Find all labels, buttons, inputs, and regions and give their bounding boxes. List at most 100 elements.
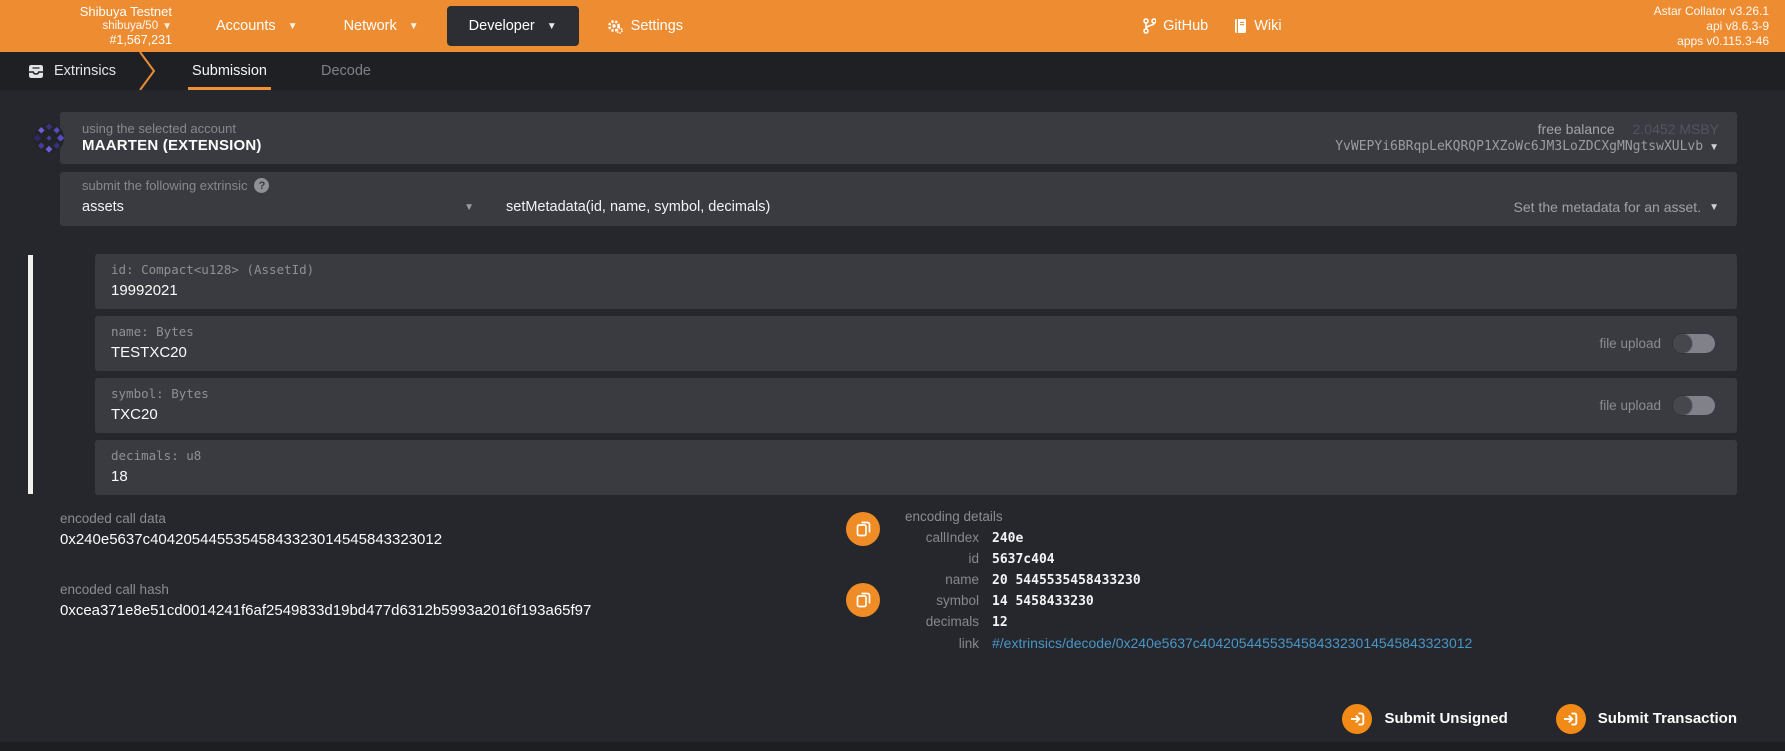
wiki-link[interactable]: Wiki — [1234, 18, 1281, 34]
network-block-number: #1,567,231 — [30, 33, 172, 48]
submit-unsigned-label: Submit Unsigned — [1384, 710, 1507, 727]
main-content: using the selected account MAARTEN (EXTE… — [0, 90, 1785, 742]
file-upload-toggle[interactable] — [1673, 396, 1715, 415]
gear-icon — [607, 18, 623, 34]
section-title: Extrinsics — [0, 52, 116, 90]
submit-unsigned-button[interactable]: Submit Unsigned — [1342, 704, 1507, 734]
extrinsic-label-row: submit the following extrinsic ? — [82, 178, 1719, 193]
method-description-dropdown[interactable]: Set the metadata for an asset. ▼ — [1514, 199, 1719, 215]
question-icon[interactable]: ? — [254, 178, 269, 193]
encoding-details: encoding details callIndex240e id5637c40… — [905, 509, 1737, 654]
params-indicator — [28, 255, 33, 494]
detail-value: 5637c404 — [992, 551, 1055, 570]
github-link[interactable]: GitHub — [1143, 18, 1208, 34]
submit-transaction-button[interactable]: Submit Transaction — [1556, 704, 1737, 734]
copy-icon — [856, 521, 871, 537]
menu-settings[interactable]: Settings — [589, 9, 701, 43]
node-version: Astar Collator v3.26.1 — [1654, 4, 1769, 19]
detail-row: symbol14 5458433230 — [905, 591, 1737, 612]
identicon[interactable] — [33, 122, 65, 154]
apps-version: apps v0.115.3-46 — [1654, 34, 1769, 49]
account-balance-block: free balance 2.0452 MSBY YvWEPYi6BRqpLeK… — [1335, 120, 1719, 155]
copy-call-hash-button[interactable] — [846, 583, 880, 617]
file-upload-label: file upload — [1599, 336, 1661, 351]
copy-call-data-button[interactable] — [846, 512, 880, 546]
tab-decode[interactable]: Decode — [317, 52, 375, 90]
file-upload-label: file upload — [1599, 398, 1661, 413]
menu-developer[interactable]: Developer▼ — [447, 6, 579, 46]
chevron-down-icon: ▼ — [464, 202, 474, 213]
account-card: using the selected account MAARTEN (EXTE… — [60, 112, 1737, 164]
detail-row: decimals12 — [905, 612, 1737, 633]
account-address: YvWEPYi6BRqpLeKQRQP1XZoWc6JM3LoZDCXgMNgt… — [1335, 139, 1703, 154]
param-value[interactable]: TXC20 — [111, 404, 209, 427]
menu-network[interactable]: Network▼ — [326, 9, 437, 43]
chevron-down-icon: ▼ — [162, 21, 172, 32]
page-footer — [0, 742, 1785, 751]
chevron-down-icon: ▼ — [1709, 202, 1719, 213]
tab-bar: Extrinsics Submission Decode — [0, 52, 1785, 90]
top-links: GitHub Wiki — [1143, 18, 1282, 34]
pallet-select[interactable]: assets ▼ — [82, 199, 474, 215]
param-label: decimals: u8 — [111, 447, 201, 466]
account-address-dropdown[interactable]: YvWEPYi6BRqpLeKQRQP1XZoWc6JM3LoZDCXgMNgt… — [1335, 139, 1719, 156]
chevron-down-icon: ▼ — [547, 21, 557, 32]
extrinsic-card: submit the following extrinsic ? assets … — [60, 172, 1737, 226]
free-balance-label: free balance — [1538, 121, 1615, 137]
extrinsic-label: submit the following extrinsic — [82, 178, 247, 193]
network-selector[interactable]: Shibuya Testnet shibuya/50▼ #1,567,231 — [30, 4, 172, 48]
param-value[interactable]: 19992021 — [111, 280, 314, 303]
detail-label: link — [905, 634, 979, 654]
detail-value: 20 5445535458433230 — [992, 572, 1141, 591]
free-balance-value: 2.0452 MSBY — [1633, 121, 1719, 137]
output-section: encoded call data 0x240e5637c40420544553… — [60, 509, 1737, 654]
param-field-name[interactable]: name: Bytes TESTXC20 file upload — [95, 316, 1737, 371]
detail-label: callIndex — [905, 528, 979, 548]
file-upload-toggle[interactable] — [1673, 334, 1715, 353]
detail-value: 14 5458433230 — [992, 593, 1094, 612]
selected-account[interactable]: using the selected account MAARTEN (EXTE… — [82, 121, 262, 156]
account-label: using the selected account — [82, 121, 262, 137]
encoded-call-hash-value: 0xcea371e8e51cd0014241f6af2549833d19bd47… — [60, 600, 880, 623]
toggle-knob — [1673, 334, 1692, 353]
detail-value: 12 — [992, 614, 1008, 633]
decode-link[interactable]: #/extrinsics/decode/0x240e5637c404205445… — [992, 633, 1472, 653]
copy-icon — [856, 592, 871, 608]
submit-transaction-label: Submit Transaction — [1598, 710, 1737, 727]
detail-row: name20 5445535458433230 — [905, 570, 1737, 591]
param-value[interactable]: 18 — [111, 466, 201, 489]
file-upload-control: file upload — [1599, 396, 1715, 415]
param-field-symbol[interactable]: symbol: Bytes TXC20 file upload — [95, 378, 1737, 433]
param-field-decimals[interactable]: decimals: u8 18 — [95, 440, 1737, 495]
chevron-down-icon: ▼ — [409, 21, 419, 32]
book-icon — [1234, 18, 1247, 34]
free-balance-row: free balance 2.0452 MSBY — [1335, 120, 1719, 138]
chevron-down-icon: ▼ — [1709, 142, 1719, 153]
api-version: api v8.6.3-9 — [1654, 19, 1769, 34]
param-field-id[interactable]: id: Compact<u128> (AssetId) 19992021 — [95, 254, 1737, 309]
menu-accounts[interactable]: Accounts▼ — [198, 9, 316, 43]
account-name: MAARTEN (EXTENSION) — [82, 137, 262, 156]
detail-row-link: link #/extrinsics/decode/0x240e5637c40420… — [905, 633, 1737, 654]
method-select[interactable]: setMetadata(id, name, symbol, decimals) — [506, 199, 1514, 215]
detail-row: callIndex240e — [905, 528, 1737, 549]
tab-submission[interactable]: Submission — [188, 52, 271, 90]
param-label: id: Compact<u128> (AssetId) — [111, 261, 314, 280]
inbox-icon — [28, 64, 44, 79]
param-value[interactable]: TESTXC20 — [111, 342, 194, 365]
sign-in-icon — [1342, 704, 1372, 734]
version-info: Astar Collator v3.26.1 api v8.6.3-9 apps… — [1654, 4, 1769, 49]
encoded-call-data-row: encoded call data 0x240e5637c40420544553… — [60, 509, 880, 552]
detail-row: id5637c404 — [905, 549, 1737, 570]
network-chain: shibuya/50▼ — [30, 20, 172, 34]
main-menu: Accounts▼ Network▼ Developer▼ Settings — [198, 0, 701, 52]
top-bar: Shibuya Testnet shibuya/50▼ #1,567,231 A… — [0, 0, 1785, 52]
encoded-call-data-value: 0x240e5637c40420544553545843323014545843… — [60, 529, 880, 552]
encoded-output: encoded call data 0x240e5637c40420544553… — [60, 509, 880, 654]
extrinsic-selects: assets ▼ setMetadata(id, name, symbol, d… — [82, 199, 1719, 215]
breadcrumb-chevron — [138, 52, 160, 90]
pallet-value: assets — [82, 199, 124, 215]
params-section: id: Compact<u128> (AssetId) 19992021 nam… — [95, 254, 1737, 495]
encoded-call-data-label: encoded call data — [60, 509, 880, 529]
sign-in-icon — [1556, 704, 1586, 734]
